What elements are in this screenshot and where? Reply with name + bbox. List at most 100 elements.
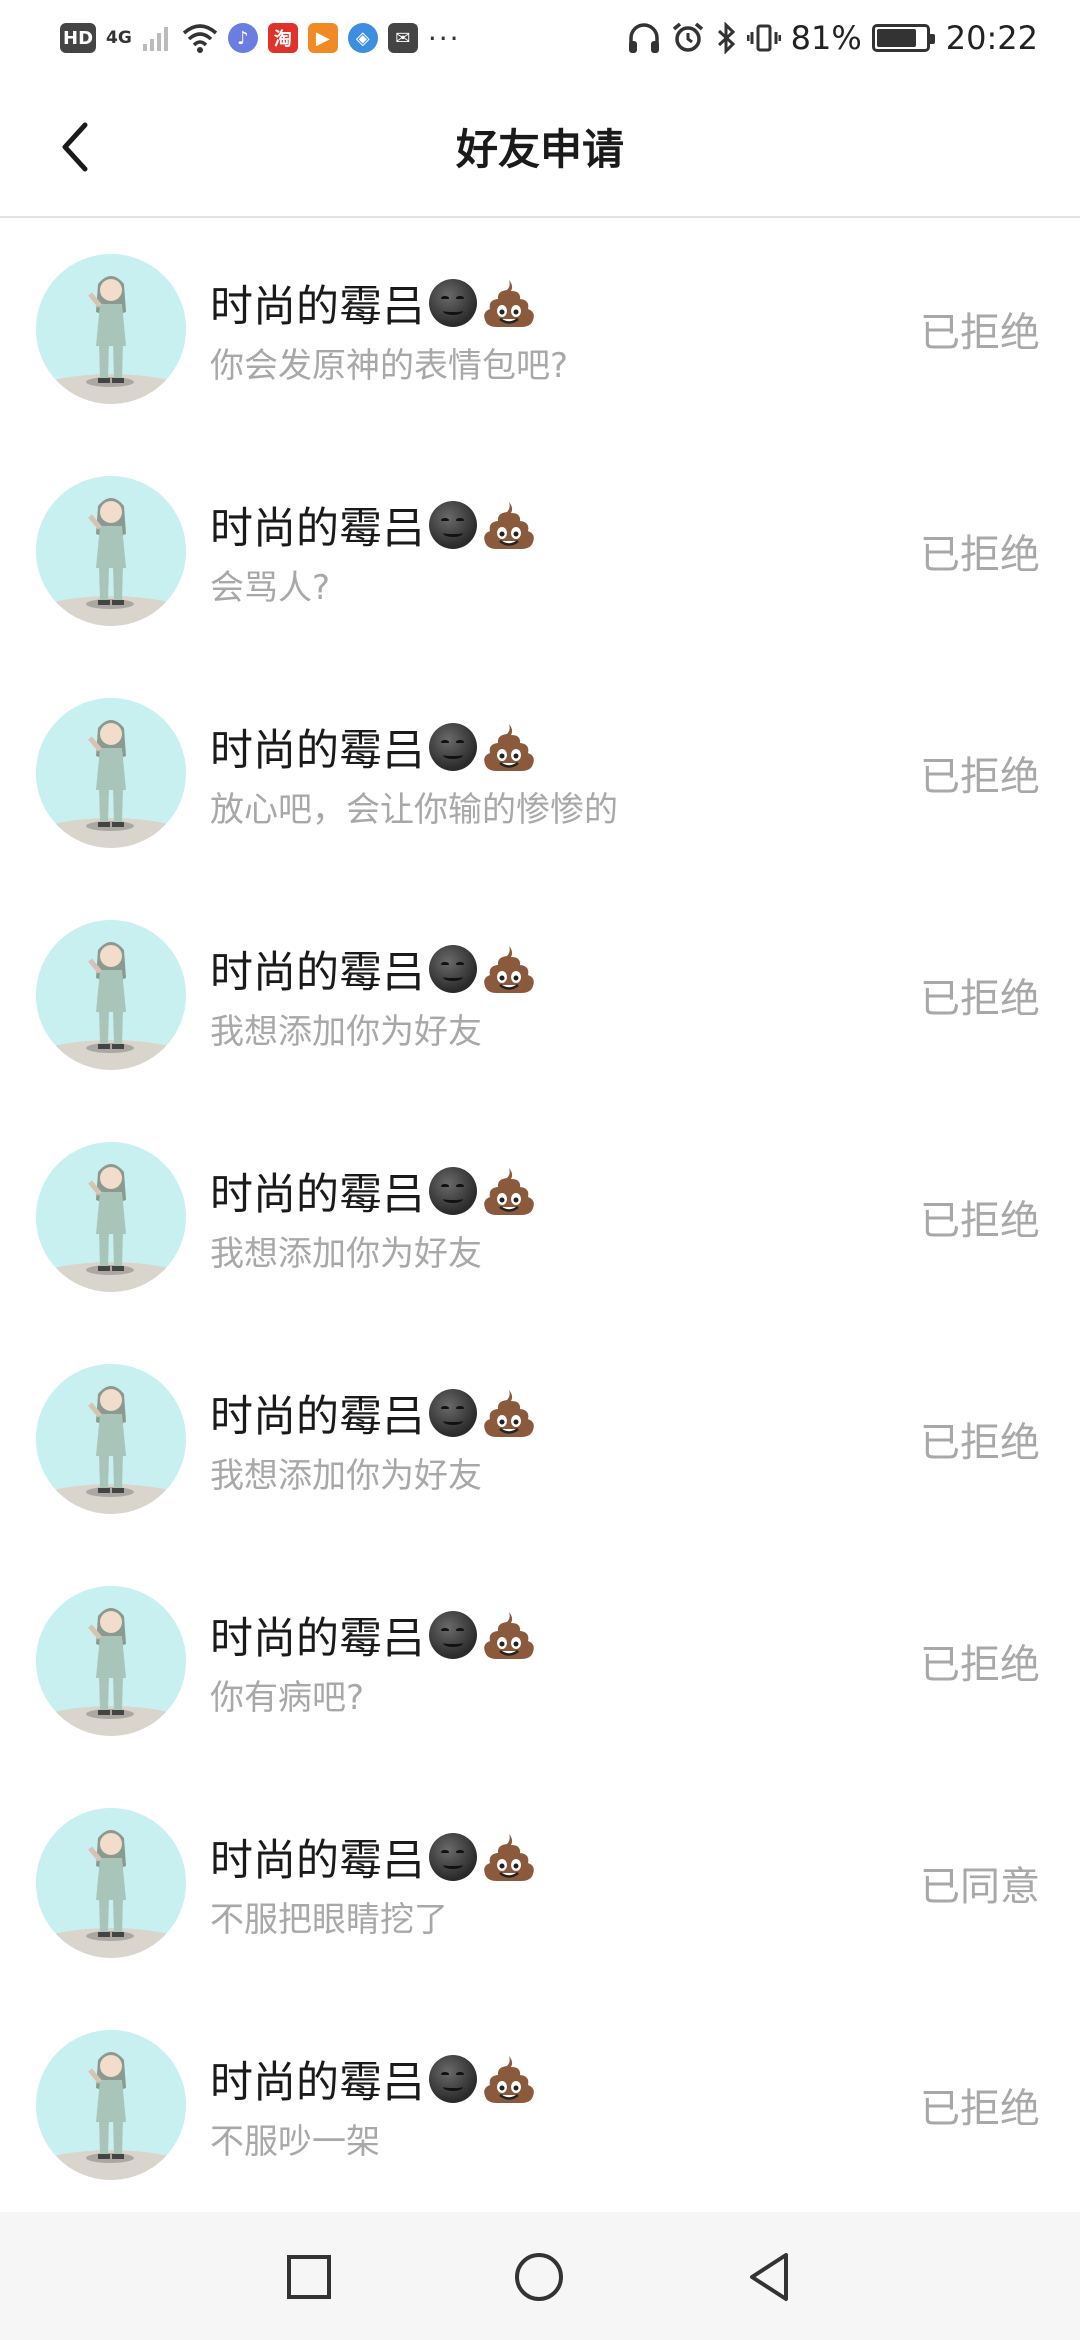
new-moon-face-emoji-icon [429,501,477,549]
avatar[interactable] [36,1142,186,1292]
top-app-bar: 好友申请 [0,76,1080,218]
mail-app-icon: ✉ [387,23,418,53]
request-text: 时尚的霉吕 会骂人? [210,494,850,609]
pile-of-poo-emoji-icon [484,1612,534,1659]
friend-request-row[interactable]: 时尚的霉吕 你会发原神的表情包吧? 已拒绝 [0,220,1080,442]
request-text: 时尚的霉吕 我想添加你为好友 [210,1382,850,1497]
new-moon-face-emoji-icon [429,279,477,327]
hd-icon: HD [60,23,97,53]
avatar[interactable] [36,698,186,848]
request-text: 时尚的霉吕 我想添加你为好友 [210,1160,850,1275]
recents-button[interactable] [276,2244,342,2310]
square-recents-icon [287,2255,331,2299]
name-line: 时尚的霉吕 [210,272,850,334]
new-moon-face-emoji-icon [429,723,477,771]
back-button[interactable] [40,112,110,182]
friend-request-row[interactable]: 时尚的霉吕 你有病吧? 已拒绝 [0,1552,1080,1774]
request-text: 时尚的霉吕 不服把眼睛挖了 [210,1826,850,1941]
pile-of-poo-emoji-icon [484,1390,534,1437]
network-type: 4G [106,28,132,48]
avatar-character-image [36,254,186,404]
request-status: 已拒绝 [920,310,1040,356]
friend-requests-screen: HD 4G ♪ 淘 ▶ ◈ ✉ ··· 81% 20:22 好友申请 时尚的霉吕… [0,0,1080,2340]
avatar-character-image [36,1364,186,1514]
battery-level-fill [876,29,916,47]
more-notifications-icon: ··· [427,21,461,55]
request-message: 我想添加你为好友 [210,1012,482,1052]
new-moon-face-emoji-icon [429,1167,477,1215]
friend-request-row[interactable]: 时尚的霉吕 不服吵一架 已拒绝 [0,1996,1080,2218]
avatar-character-image [36,920,186,1070]
request-status: 已拒绝 [920,1198,1040,1244]
pile-of-poo-emoji-icon [484,946,534,993]
request-status: 已同意 [920,1864,1040,1910]
friend-request-row[interactable]: 时尚的霉吕 我想添加你为好友 已拒绝 [0,886,1080,1108]
friend-request-row[interactable]: 时尚的霉吕 不服把眼睛挖了 已同意 [0,1774,1080,1996]
new-moon-face-emoji-icon [429,945,477,993]
pile-of-poo-emoji-icon [484,1168,534,1215]
requester-name: 时尚的霉吕 [210,1392,425,1442]
status-bar-left: HD 4G ♪ 淘 ▶ ◈ ✉ ··· [60,0,461,76]
request-text: 时尚的霉吕 你会发原神的表情包吧? [210,272,850,387]
avatar[interactable] [36,1586,186,1736]
clock: 20:22 [945,19,1038,57]
friend-request-row[interactable]: 时尚的霉吕 我想添加你为好友 已拒绝 [0,1108,1080,1330]
triangle-back-icon [750,2253,788,2301]
battery-percent: 81% [790,19,862,57]
request-message: 不服把眼睛挖了 [210,1900,448,1940]
avatar-character-image [36,1808,186,1958]
friend-request-list: 时尚的霉吕 你会发原神的表情包吧? 已拒绝 时尚的霉吕 会骂人? 已拒绝 时尚的… [0,220,1080,2218]
page-title: 好友申请 [455,124,624,174]
browser-app-icon: ◈ [347,23,378,53]
name-line: 时尚的霉吕 [210,1826,850,1888]
request-status: 已拒绝 [920,1420,1040,1466]
wifi-icon [182,24,217,53]
request-message: 放心吧，会让你输的惨惨的 [210,790,618,830]
avatar-character-image [36,1586,186,1736]
request-message: 你有病吧? [210,1678,365,1718]
requester-name: 时尚的霉吕 [210,1836,425,1886]
requester-name: 时尚的霉吕 [210,504,425,554]
avatar[interactable] [36,2030,186,2180]
request-text: 时尚的霉吕 我想添加你为好友 [210,938,850,1053]
request-text: 时尚的霉吕 放心吧，会让你输的惨惨的 [210,716,850,831]
bluetooth-icon [717,22,735,54]
system-navigation-bar [0,2212,1080,2340]
home-button[interactable] [506,2244,572,2310]
request-status: 已拒绝 [920,754,1040,800]
battery-icon [871,24,935,52]
request-status: 已拒绝 [920,2086,1040,2132]
avatar[interactable] [36,476,186,626]
avatar[interactable] [36,254,186,404]
requester-name: 时尚的霉吕 [210,1170,425,1220]
name-line: 时尚的霉吕 [210,1160,850,1222]
request-status: 已拒绝 [920,976,1040,1022]
request-text: 时尚的霉吕 不服吵一架 [210,2048,850,2163]
pile-of-poo-emoji-icon [484,2056,534,2103]
requester-name: 时尚的霉吕 [210,2058,425,2108]
avatar-character-image [36,2030,186,2180]
request-message: 你会发原神的表情包吧? [210,346,569,386]
friend-request-row[interactable]: 时尚的霉吕 会骂人? 已拒绝 [0,442,1080,664]
pile-of-poo-emoji-icon [484,502,534,549]
avatar[interactable] [36,920,186,1070]
requester-name: 时尚的霉吕 [210,726,425,776]
request-message: 我想添加你为好友 [210,1234,482,1274]
circle-home-icon [515,2253,563,2301]
avatar[interactable] [36,1808,186,1958]
vibrate-icon [746,24,781,52]
name-line: 时尚的霉吕 [210,1604,850,1666]
new-moon-face-emoji-icon [429,1611,477,1659]
headphones-icon [628,23,659,53]
request-status: 已拒绝 [920,1642,1040,1688]
status-bar: HD 4G ♪ 淘 ▶ ◈ ✉ ··· 81% 20:22 [0,0,1080,76]
request-text: 时尚的霉吕 你有病吧? [210,1604,850,1719]
avatar[interactable] [36,1364,186,1514]
system-back-button[interactable] [736,2244,802,2310]
friend-request-row[interactable]: 时尚的霉吕 放心吧，会让你输的惨惨的 已拒绝 [0,664,1080,886]
name-line: 时尚的霉吕 [210,494,850,556]
friend-request-row[interactable]: 时尚的霉吕 我想添加你为好友 已拒绝 [0,1330,1080,1552]
pile-of-poo-emoji-icon [484,1834,534,1881]
chevron-left-icon [62,122,88,172]
avatar-character-image [36,1142,186,1292]
